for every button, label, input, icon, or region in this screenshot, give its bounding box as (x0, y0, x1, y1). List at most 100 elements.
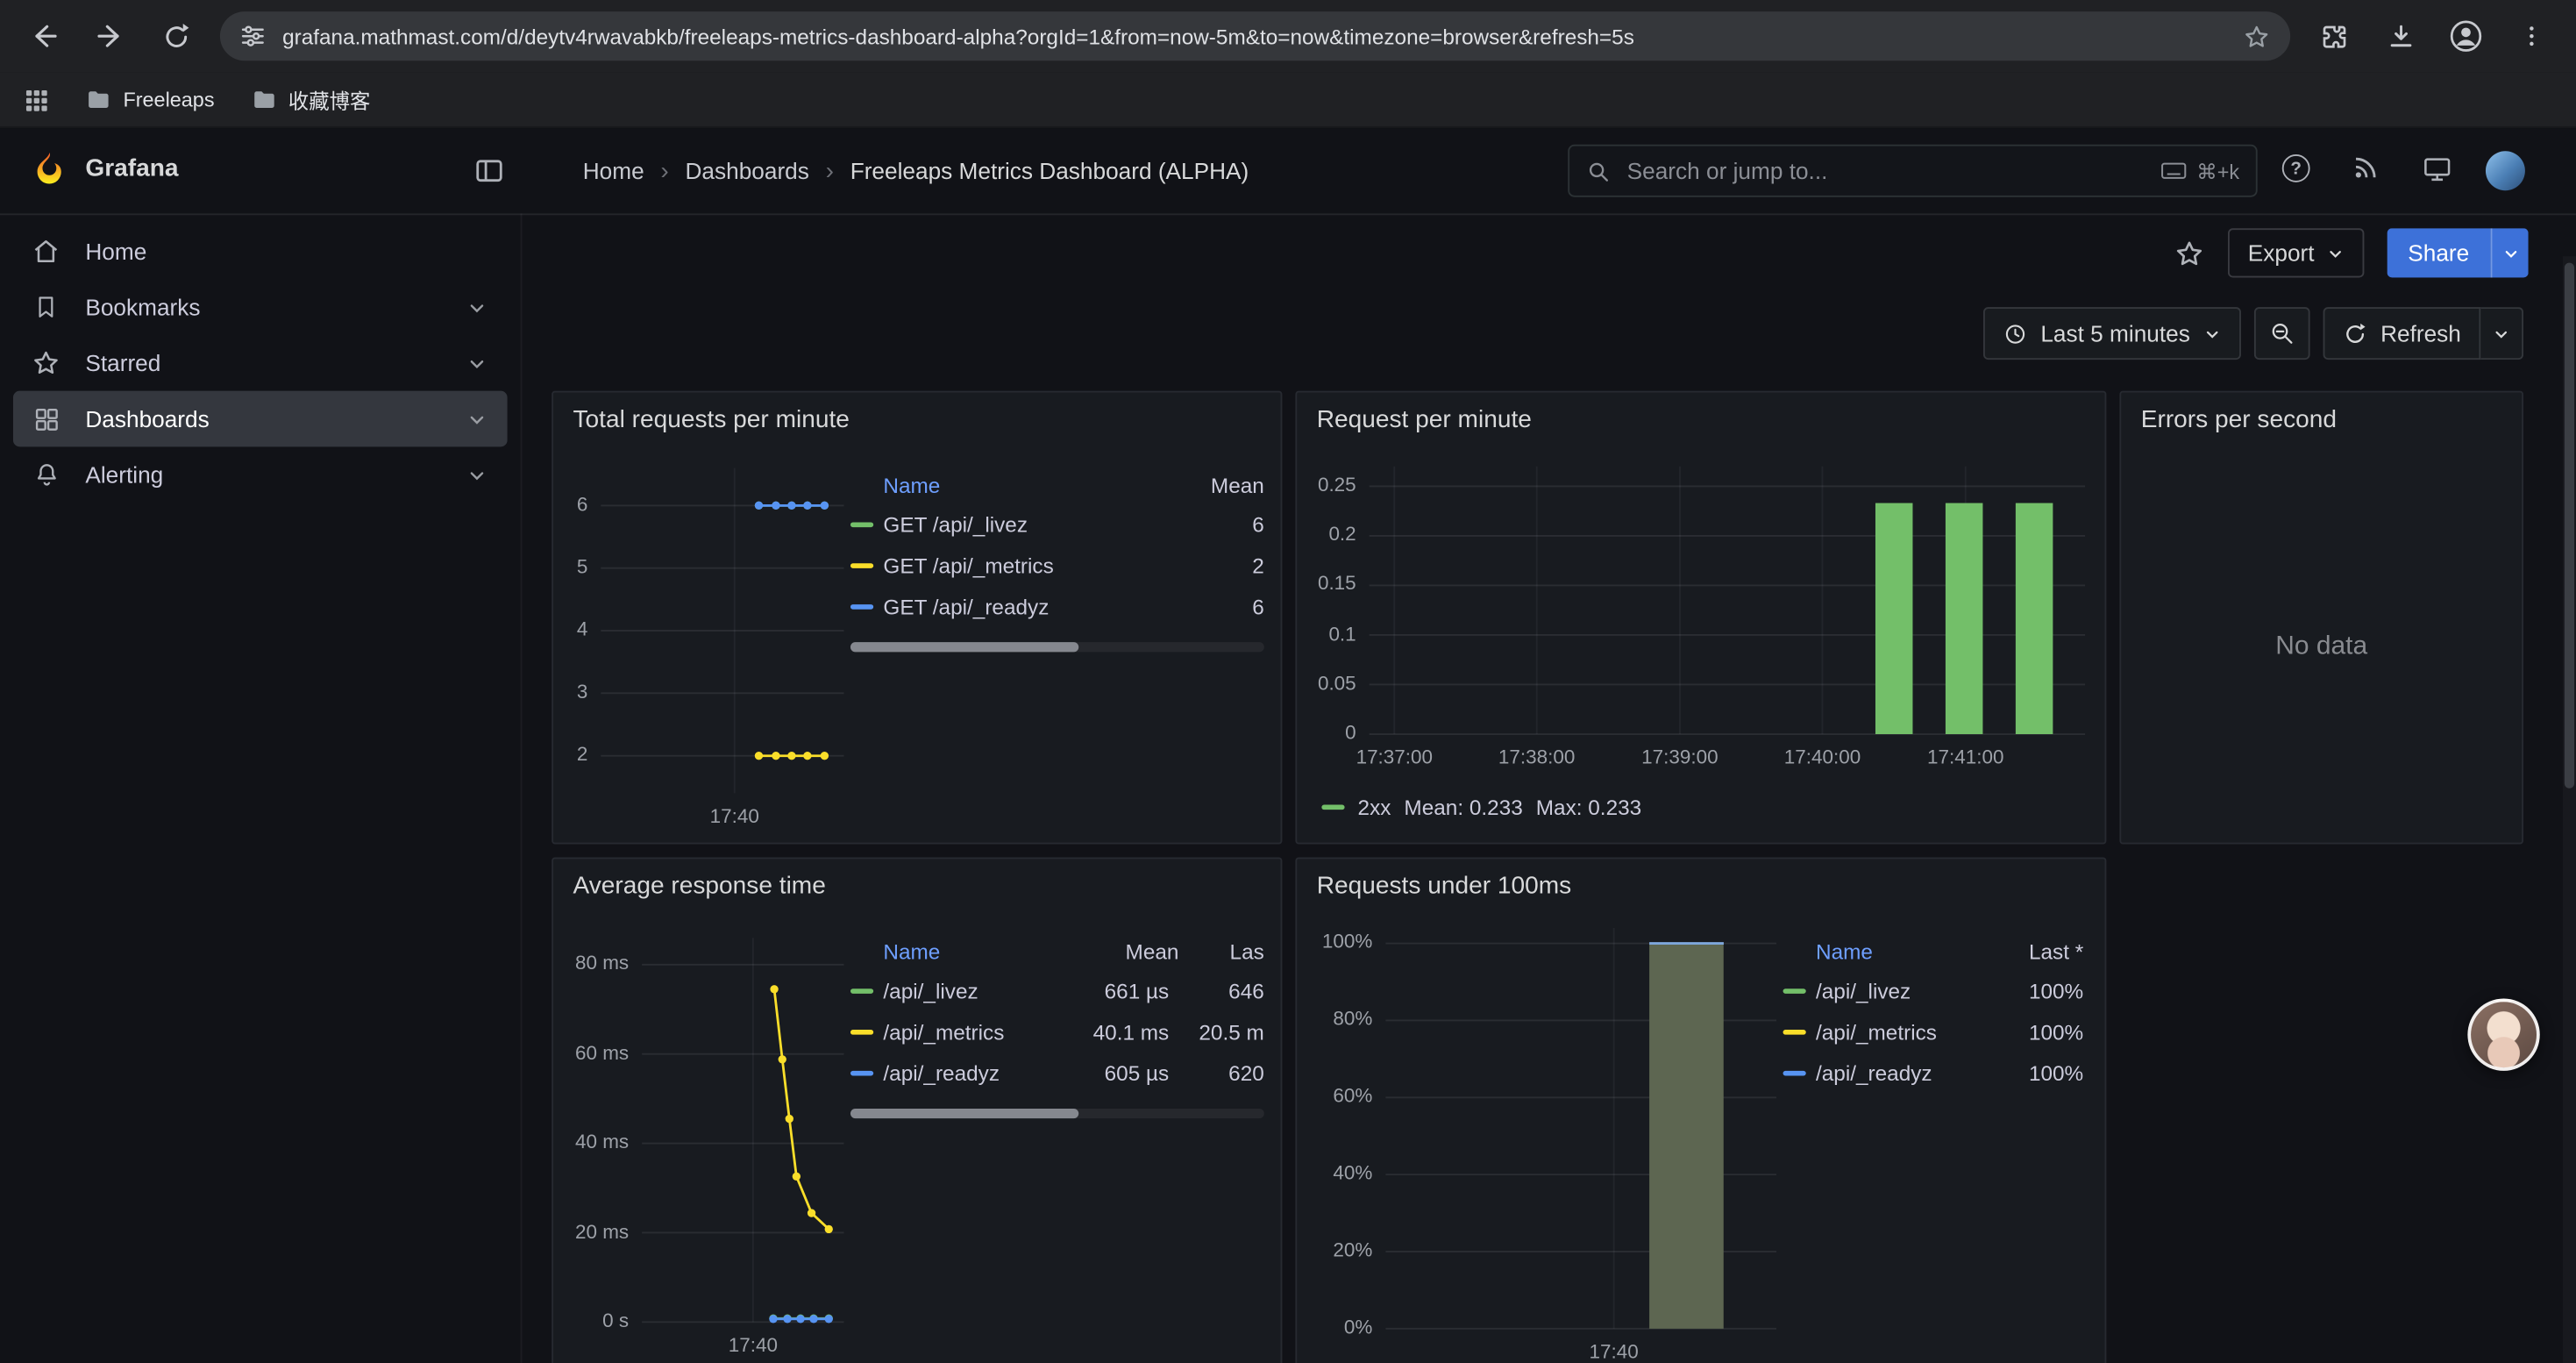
zoom-out-button[interactable] (2254, 307, 2310, 360)
table-row[interactable]: /api/_livez 100% (1783, 971, 2084, 1012)
rss-icon[interactable] (2351, 153, 2380, 182)
bookmark-item[interactable]: 收藏博客 (251, 83, 371, 115)
search-box[interactable]: ⌘+k (1568, 145, 2257, 197)
browser-menu-icon[interactable] (2501, 8, 2563, 64)
series-color-chip (1783, 1030, 1806, 1035)
user-avatar[interactable] (2486, 151, 2525, 190)
chevron-down-icon[interactable] (466, 296, 487, 318)
series-name[interactable]: GET /api/_metrics (883, 553, 1156, 578)
scrollbar-thumb[interactable] (850, 1109, 1078, 1118)
column-header-last[interactable]: Last * (1982, 938, 2083, 963)
table-row[interactable]: /api/_readyz 100% (1783, 1053, 2084, 1094)
time-range-picker[interactable]: Last 5 minutes (1983, 307, 2241, 360)
grafana-logo-icon[interactable] (28, 149, 71, 192)
table-row[interactable]: /api/_metrics 100% (1783, 1011, 2084, 1053)
breadcrumb-home[interactable]: Home (583, 158, 644, 184)
series-name[interactable]: /api/_readyz (883, 1061, 1044, 1086)
omnibox[interactable]: grafana.mathmast.com/d/deytv4rwavabkb/fr… (220, 11, 2290, 61)
chevron-down-icon[interactable] (466, 408, 487, 429)
series-mean: 605 µs (1054, 1061, 1169, 1086)
axis-label: 17:40:00 (1748, 746, 1896, 768)
sidebar-item-bookmarks[interactable]: Bookmarks (13, 279, 508, 335)
series-name[interactable]: /api/_metrics (1816, 1020, 1972, 1045)
series-color-chip (850, 1030, 873, 1035)
series-name[interactable]: GET /api/_livez (883, 512, 1156, 537)
sidebar-item-starred[interactable]: Starred (13, 335, 508, 391)
brand-title[interactable]: Grafana (85, 154, 178, 182)
chevron-down-icon[interactable] (466, 464, 487, 485)
panel-title[interactable]: Average response time (573, 872, 826, 900)
profile-avatar[interactable] (2435, 8, 2497, 64)
apps-grid-icon[interactable] (23, 86, 49, 112)
series-name[interactable]: /api/_readyz (1816, 1061, 1972, 1086)
refresh-interval-button[interactable] (2480, 307, 2523, 360)
reload-button[interactable] (145, 8, 207, 64)
panel-title[interactable]: Errors per second (2141, 406, 2337, 434)
table-row[interactable]: /api/_metrics 40.1 ms 20.5 m (850, 1011, 1264, 1053)
help-icon[interactable]: ? (2282, 154, 2310, 182)
axis-label: 80% (1310, 1007, 1372, 1030)
series-color-chip (1783, 988, 1806, 994)
column-header-last[interactable]: Las (1178, 938, 1263, 963)
downloads-icon[interactable] (2369, 8, 2431, 64)
refresh-button[interactable]: Refresh (2323, 307, 2481, 360)
legend-scrollbar[interactable] (850, 1109, 1264, 1118)
series-name[interactable]: /api/_livez (883, 979, 1044, 1003)
floating-avatar[interactable] (2467, 998, 2539, 1070)
share-menu-button[interactable] (2491, 228, 2529, 277)
bookmark-item[interactable]: Freeleaps (85, 86, 214, 112)
share-button[interactable]: Share (2387, 228, 2491, 277)
back-button[interactable] (13, 8, 75, 64)
monitor-icon[interactable] (2422, 154, 2453, 184)
table-row[interactable]: GET /api/_readyz 6 (850, 586, 1264, 627)
series-color-chip (850, 563, 873, 568)
forward-button[interactable] (79, 8, 141, 64)
series-name[interactable]: /api/_metrics (883, 1020, 1044, 1045)
axis-label: 20 ms (566, 1220, 629, 1243)
legend-scrollbar[interactable] (850, 642, 1264, 652)
series-name[interactable]: GET /api/_readyz (883, 595, 1156, 619)
table-row[interactable]: GET /api/_livez 6 (850, 504, 1264, 546)
table-row[interactable]: /api/_readyz 605 µs 620 (850, 1053, 1264, 1094)
sidebar-item-dashboards[interactable]: Dashboards (13, 391, 508, 447)
export-button[interactable]: Export (2228, 228, 2363, 277)
column-header-name[interactable]: Name (1783, 938, 1982, 963)
column-header-name[interactable]: Name (850, 938, 1064, 963)
dashboard-toolbar: Export Share (2174, 228, 2529, 277)
page-scrollbar[interactable] (2563, 256, 2576, 1363)
url-text[interactable]: grafana.mathmast.com/d/deytv4rwavabkb/fr… (282, 24, 2226, 48)
scrollbar-thumb[interactable] (2565, 263, 2574, 789)
panel-title[interactable]: Request per minute (1317, 406, 1532, 434)
series-name[interactable]: 2xx (1358, 795, 1391, 819)
bar-chart[interactable]: 100%80%60%40%20%0%17:40 (1310, 924, 1786, 1363)
breadcrumb-dashboards[interactable]: Dashboards (686, 158, 809, 184)
axis-label: 40 ms (566, 1131, 629, 1153)
time-series-chart[interactable]: 6543217:40 (566, 458, 854, 836)
site-settings-icon[interactable] (239, 23, 266, 49)
scrollbar-thumb[interactable] (850, 642, 1078, 652)
column-header-mean[interactable]: Mean (1064, 938, 1178, 963)
axis-label: 60% (1310, 1084, 1372, 1107)
chevron-down-icon[interactable] (466, 353, 487, 374)
search-input[interactable] (1624, 156, 2147, 186)
column-header-name[interactable]: Name (850, 472, 1166, 496)
series-color-chip (1321, 805, 1344, 810)
sidebar-item-alerting[interactable]: Alerting (13, 446, 508, 503)
table-row[interactable]: GET /api/_metrics 2 (850, 546, 1264, 587)
series-name[interactable]: /api/_livez (1816, 979, 1972, 1003)
bar-chart[interactable]: 0.250.20.150.10.05017:37:0017:38:0017:39… (1310, 458, 2095, 787)
axis-label: 40% (1310, 1161, 1372, 1184)
breadcrumb-separator: › (826, 157, 834, 185)
star-dashboard-button[interactable] (2174, 238, 2206, 269)
table-header: Name Mean Las (850, 931, 1264, 971)
bookmark-star-icon[interactable] (2243, 22, 2271, 50)
time-series-chart[interactable]: 80 ms60 ms40 ms20 ms0 s17:40 (566, 924, 854, 1363)
column-header-mean[interactable]: Mean (1165, 472, 1263, 496)
series-last: 620 (1178, 1061, 1263, 1086)
sidebar-item-home[interactable]: Home (13, 224, 508, 280)
panel-title[interactable]: Requests under 100ms (1317, 872, 1571, 900)
sidebar-toggle-icon[interactable] (473, 154, 505, 187)
panel-title[interactable]: Total requests per minute (573, 406, 850, 434)
extensions-icon[interactable] (2303, 8, 2366, 64)
table-row[interactable]: /api/_livez 661 µs 646 (850, 971, 1264, 1012)
